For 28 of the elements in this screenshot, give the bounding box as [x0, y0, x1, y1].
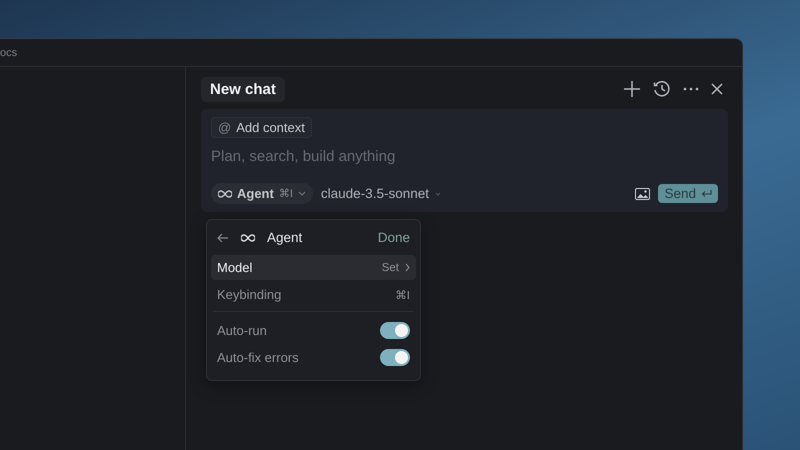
add-context-button[interactable]: @ Add context: [211, 117, 312, 138]
menu-item[interactable]: Model Set: [211, 255, 416, 280]
model-selector[interactable]: claude-3.5-sonnet: [320, 186, 441, 201]
menu-item[interactable]: Keybinding ⌘I: [211, 282, 416, 307]
plus-icon[interactable]: [623, 80, 641, 98]
mode-selector[interactable]: Agent ⌘I: [211, 183, 313, 204]
chevron-down-icon: [298, 191, 306, 196]
history-icon[interactable]: [653, 80, 671, 98]
prompt-input[interactable]: Plan, search, build anything: [211, 146, 718, 167]
infinity-icon: [241, 232, 255, 242]
more-icon[interactable]: [683, 87, 699, 91]
infinity-icon: [218, 188, 232, 198]
menu-item[interactable]: Auto-fix errors: [211, 345, 416, 370]
chevron-down-icon: [434, 192, 441, 196]
toggle-switch[interactable]: [380, 322, 410, 339]
chat-title[interactable]: New chat: [201, 76, 285, 102]
chevron-right-icon: [405, 263, 410, 272]
return-key-icon: [701, 189, 712, 198]
back-arrow-icon[interactable]: [217, 232, 229, 242]
tab-title: ocs: [0, 46, 18, 58]
done-button[interactable]: Done: [378, 230, 410, 245]
row-value: Set: [382, 262, 410, 274]
image-icon[interactable]: [635, 188, 650, 200]
close-icon[interactable]: [711, 83, 723, 95]
shortcut-label: ⌘I: [395, 288, 410, 302]
menu-item[interactable]: Auto-run: [211, 318, 416, 343]
menu-title: Agent: [267, 230, 302, 245]
toggle-switch[interactable]: [380, 349, 410, 366]
